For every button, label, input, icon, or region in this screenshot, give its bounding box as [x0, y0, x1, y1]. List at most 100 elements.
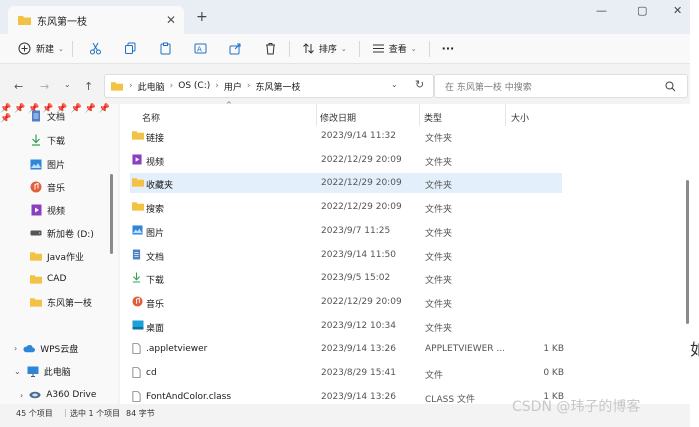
file-name: .appletviewer — [146, 344, 208, 355]
share-button[interactable] — [229, 42, 242, 55]
desktop-icon — [132, 320, 144, 331]
breadcrumb-user-folder[interactable]: 东风第一枝 — [255, 80, 300, 93]
file-row[interactable]: 文档 2023/9/14 11:50 文件夹 — [130, 245, 562, 265]
new-tab-button[interactable]: + — [196, 9, 208, 25]
rename-button[interactable]: A — [194, 42, 207, 55]
file-type: 文件夹 — [425, 181, 453, 192]
file-row[interactable]: 音乐 2022/12/29 20:09 文件夹 — [130, 292, 562, 312]
breadcrumb-drive[interactable]: OS (C:) — [178, 81, 210, 91]
file-type: 文件夹 — [425, 276, 453, 287]
back-arrow-icon[interactable]: ← — [14, 80, 23, 93]
address-bar[interactable]: › 此电脑 › OS (C:) › 用户 › 东风第一枝 ⌄ ↻ — [104, 74, 434, 98]
file-row[interactable]: 链接 2023/9/14 11:32 文件夹 — [130, 126, 562, 146]
more-options-button[interactable]: ··· — [442, 42, 455, 55]
nav-tree-wps-cloud[interactable]: › WPS云盘 — [14, 338, 124, 358]
file-row[interactable]: 搜索 2022/12/29 20:09 文件夹 — [130, 197, 562, 217]
chevron-right-icon: › — [129, 81, 133, 91]
file-date: 2023/9/14 11:32 — [321, 131, 396, 141]
sort-ascending-icon: ^ — [226, 101, 232, 109]
download-icon — [30, 134, 42, 146]
status-divider: | — [64, 408, 67, 417]
chevron-down-icon: ⌄ — [14, 366, 21, 376]
paste-button[interactable] — [159, 42, 172, 55]
tab-current[interactable]: 东风第一枝 ✕ — [8, 6, 184, 34]
tab-close-icon[interactable]: ✕ — [166, 13, 176, 27]
file-row[interactable]: .appletviewer 2023/9/14 13:26 APPLETVIEWER… — [130, 339, 564, 359]
column-date[interactable]: 修改日期 — [320, 111, 356, 124]
file-row[interactable]: 收藏夹 2022/12/29 20:09 文件夹 — [130, 173, 562, 194]
clipboard-icon — [160, 42, 171, 55]
up-arrow-icon[interactable]: ↑ — [84, 80, 93, 93]
file-size: 1 KB — [543, 344, 564, 355]
file-type: 文件夹 — [425, 134, 453, 144]
file-list-scrollbar[interactable] — [686, 180, 689, 324]
address-dropdown-icon[interactable]: ⌄ — [391, 80, 398, 89]
nav-label: 音乐 — [47, 183, 66, 194]
command-bar: 新建 ⌄ A 排序 ⌄ 查看 ⌄ ··· — [0, 34, 690, 64]
chevron-down-icon: ⌄ — [58, 44, 64, 53]
file-type: 文件夹 — [425, 205, 453, 216]
file-name: 下载 — [146, 276, 165, 287]
delete-button[interactable] — [264, 42, 277, 55]
pin-icon[interactable]: 📌 — [0, 114, 11, 124]
nav-label: Java作业 — [47, 252, 85, 263]
file-type: 文件夹 — [425, 228, 453, 239]
minimize-button[interactable]: — — [596, 4, 607, 17]
nav-tree-a360-drive[interactable]: › A360 Drive — [20, 385, 130, 405]
forward-arrow-icon[interactable]: → — [40, 80, 49, 93]
nav-tree-this-pc[interactable]: ⌄ 此电脑 — [14, 361, 124, 381]
file-row[interactable]: 图片 2023/9/7 11:25 文件夹 — [130, 221, 562, 241]
close-window-button[interactable]: ✕ — [673, 4, 682, 17]
cut-button[interactable] — [89, 42, 102, 55]
column-divider[interactable] — [419, 104, 420, 126]
nav-scrollbar[interactable] — [110, 174, 113, 254]
column-size[interactable]: 大小 — [511, 111, 529, 124]
chevron-right-icon: › — [215, 81, 219, 91]
column-header: ^ 名称 修改日期 类型 大小 — [120, 101, 690, 126]
view-button[interactable]: 查看 ⌄ — [372, 42, 417, 55]
video-icon — [30, 204, 42, 216]
pin-icon[interactable]: 📌 — [14, 104, 25, 114]
search-input[interactable]: 在 东风第一枝 中搜索 — [434, 74, 688, 98]
file-date: 2022/12/29 20:09 — [321, 154, 402, 165]
folder-icon — [132, 130, 144, 141]
file-row[interactable]: cd 2023/8/29 15:41 文件 0 KB — [130, 363, 564, 383]
a360-icon — [29, 389, 41, 401]
edge-character: 如 — [690, 340, 699, 359]
maximize-button[interactable]: ▢ — [637, 4, 647, 17]
file-row[interactable]: 下载 2023/9/5 15:02 文件夹 — [130, 268, 562, 288]
file-icon — [132, 367, 143, 378]
file-icon — [132, 343, 143, 355]
svg-text:A: A — [197, 46, 202, 54]
file-row[interactable]: 视频 2022/12/29 20:09 文件夹 — [130, 150, 562, 170]
folder-icon — [30, 250, 42, 262]
file-date: 2023/9/14 13:26 — [321, 391, 396, 402]
chevron-right-icon: › — [246, 81, 251, 91]
divider — [71, 40, 73, 57]
breadcrumb-this-pc[interactable]: 此电脑 — [138, 80, 165, 93]
document-icon — [30, 110, 42, 122]
divider — [358, 40, 360, 57]
column-divider[interactable] — [505, 104, 506, 126]
status-selected: 选中 1 个项目 — [70, 409, 121, 418]
refresh-icon[interactable]: ↻ — [415, 78, 424, 91]
recent-chevron-icon[interactable]: ⌄ — [64, 80, 71, 89]
pin-icon[interactable]: 📌 — [0, 104, 11, 114]
watermark: CSDN @玮子的博客 — [512, 399, 641, 415]
file-type: 文件夹 — [425, 252, 453, 263]
folder-icon — [132, 177, 144, 188]
column-type[interactable]: 类型 — [424, 111, 442, 124]
sort-button[interactable]: 排序 ⌄ — [302, 42, 347, 55]
file-type: 文件夹 — [425, 323, 453, 334]
new-button[interactable]: 新建 ⌄ — [18, 42, 64, 55]
copy-button[interactable] — [124, 42, 137, 55]
breadcrumb-users[interactable]: 用户 — [224, 80, 242, 93]
file-date: 2023/9/12 10:34 — [321, 320, 396, 331]
file-row[interactable]: 桌面 2023/9/12 10:34 文件夹 — [130, 316, 562, 336]
column-name[interactable]: 名称 — [142, 111, 160, 124]
search-placeholder: 在 东风第一枝 中搜索 — [445, 82, 532, 93]
sort-label: 排序 — [318, 45, 337, 55]
search-icon — [665, 81, 676, 92]
column-divider[interactable] — [316, 104, 317, 126]
chevron-right-icon: › — [14, 343, 18, 353]
